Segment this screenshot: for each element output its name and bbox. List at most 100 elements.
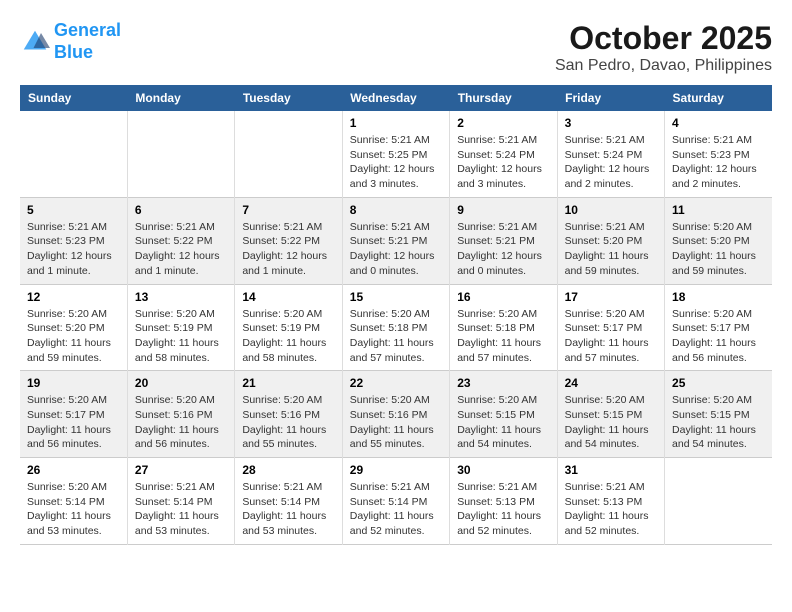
calendar-cell [665, 458, 772, 545]
calendar-cell: 19Sunrise: 5:20 AMSunset: 5:17 PMDayligh… [20, 371, 127, 458]
col-wednesday: Wednesday [342, 85, 449, 111]
calendar-row: 19Sunrise: 5:20 AMSunset: 5:17 PMDayligh… [20, 371, 772, 458]
calendar-cell: 28 Sunrise: 5:21 AMSunset: 5:14 PMDayligh… [235, 458, 342, 545]
day-info: Sunrise: 5:20 AMSunset: 5:16 PMDaylight:… [135, 393, 227, 452]
day-info: Sunrise: 5:21 AMSunset: 5:13 PMDaylight:… [565, 480, 657, 539]
day-info: Sunrise: 5:21 AMSunset: 5:22 PMDaylight:… [242, 220, 334, 279]
logo-line1: General [54, 20, 121, 40]
calendar-cell [235, 111, 342, 197]
calendar-cell: 22 Sunrise: 5:20 AMSunset: 5:16 PMDayligh… [342, 371, 449, 458]
col-tuesday: Tuesday [235, 85, 342, 111]
day-info: Sunrise: 5:20 AMSunset: 5:18 PMDaylight:… [350, 307, 442, 366]
calendar-cell: 27 Sunrise: 5:21 AMSunset: 5:14 PMDayligh… [127, 458, 234, 545]
day-number: 31 [565, 463, 657, 477]
day-number: 27 [135, 463, 227, 477]
calendar-cell: 14 Sunrise: 5:20 AMSunset: 5:19 PMDayligh… [235, 284, 342, 371]
calendar-cell: 20 Sunrise: 5:20 AMSunset: 5:16 PMDayligh… [127, 371, 234, 458]
day-info: Sunrise: 5:20 AMSunset: 5:15 PMDaylight:… [457, 393, 549, 452]
calendar-cell [20, 111, 127, 197]
day-info: Sunrise: 5:21 AMSunset: 5:24 PMDaylight:… [565, 133, 657, 192]
calendar-cell: 2 Sunrise: 5:21 AMSunset: 5:24 PMDaylight… [450, 111, 557, 197]
col-friday: Friday [557, 85, 664, 111]
day-info: Sunrise: 5:21 AMSunset: 5:25 PMDaylight:… [350, 133, 442, 192]
day-number: 9 [457, 203, 549, 217]
day-info: Sunrise: 5:21 AMSunset: 5:14 PMDaylight:… [350, 480, 442, 539]
calendar-row: 1 Sunrise: 5:21 AMSunset: 5:25 PMDaylight… [20, 111, 772, 197]
calendar-cell: 29 Sunrise: 5:21 AMSunset: 5:14 PMDayligh… [342, 458, 449, 545]
day-number: 11 [672, 203, 765, 217]
day-info: Sunrise: 5:20 AMSunset: 5:15 PMDaylight:… [565, 393, 657, 452]
day-number: 6 [135, 203, 227, 217]
calendar-row: 26Sunrise: 5:20 AMSunset: 5:14 PMDayligh… [20, 458, 772, 545]
day-info: Sunrise: 5:21 AMSunset: 5:24 PMDaylight:… [457, 133, 549, 192]
day-number: 20 [135, 376, 227, 390]
logo-line2: Blue [54, 42, 93, 62]
logo: General Blue [20, 20, 121, 63]
calendar-cell: 21Sunrise: 5:20 AMSunset: 5:16 PMDayligh… [235, 371, 342, 458]
day-number: 13 [135, 290, 227, 304]
day-info: Sunrise: 5:20 AMSunset: 5:20 PMDaylight:… [27, 307, 120, 366]
logo-icon [20, 27, 50, 57]
day-info: Sunrise: 5:20 AMSunset: 5:17 PMDaylight:… [672, 307, 765, 366]
calendar-cell: 23Sunrise: 5:20 AMSunset: 5:15 PMDayligh… [450, 371, 557, 458]
day-number: 26 [27, 463, 120, 477]
day-info: Sunrise: 5:21 AMSunset: 5:13 PMDaylight:… [457, 480, 549, 539]
calendar-cell: 17 Sunrise: 5:20 AMSunset: 5:17 PMDayligh… [557, 284, 664, 371]
calendar-header-row: Sunday Monday Tuesday Wednesday Thursday… [20, 85, 772, 111]
day-info: Sunrise: 5:21 AMSunset: 5:20 PMDaylight:… [565, 220, 657, 279]
day-number: 2 [457, 116, 549, 130]
calendar-cell: 30 Sunrise: 5:21 AMSunset: 5:13 PMDayligh… [450, 458, 557, 545]
day-number: 4 [672, 116, 765, 130]
day-number: 7 [242, 203, 334, 217]
day-info: Sunrise: 5:20 AMSunset: 5:19 PMDaylight:… [242, 307, 334, 366]
calendar-row: 12Sunrise: 5:20 AMSunset: 5:20 PMDayligh… [20, 284, 772, 371]
day-number: 3 [565, 116, 657, 130]
day-info: Sunrise: 5:20 AMSunset: 5:15 PMDaylight:… [672, 393, 765, 452]
day-number: 14 [242, 290, 334, 304]
calendar-cell: 24 Sunrise: 5:20 AMSunset: 5:15 PMDayligh… [557, 371, 664, 458]
calendar-cell: 6 Sunrise: 5:21 AMSunset: 5:22 PMDaylight… [127, 197, 234, 284]
day-number: 1 [350, 116, 442, 130]
day-number: 16 [457, 290, 549, 304]
day-info: Sunrise: 5:21 AMSunset: 5:23 PMDaylight:… [27, 220, 120, 279]
title-block: October 2025 San Pedro, Davao, Philippin… [555, 20, 772, 75]
day-info: Sunrise: 5:21 AMSunset: 5:14 PMDaylight:… [135, 480, 227, 539]
col-thursday: Thursday [450, 85, 557, 111]
calendar-cell: 16Sunrise: 5:20 AMSunset: 5:18 PMDayligh… [450, 284, 557, 371]
day-info: Sunrise: 5:21 AMSunset: 5:14 PMDaylight:… [242, 480, 334, 539]
col-saturday: Saturday [665, 85, 772, 111]
calendar-cell [127, 111, 234, 197]
calendar-cell: 10 Sunrise: 5:21 AMSunset: 5:20 PMDayligh… [557, 197, 664, 284]
logo-text: General Blue [54, 20, 121, 63]
day-info: Sunrise: 5:21 AMSunset: 5:23 PMDaylight:… [672, 133, 765, 192]
day-info: Sunrise: 5:20 AMSunset: 5:17 PMDaylight:… [27, 393, 120, 452]
day-info: Sunrise: 5:20 AMSunset: 5:16 PMDaylight:… [350, 393, 442, 452]
day-number: 10 [565, 203, 657, 217]
day-number: 17 [565, 290, 657, 304]
page-header: General Blue October 2025 San Pedro, Dav… [20, 20, 772, 75]
calendar-cell: 8Sunrise: 5:21 AMSunset: 5:21 PMDaylight… [342, 197, 449, 284]
calendar-cell: 7 Sunrise: 5:21 AMSunset: 5:22 PMDaylight… [235, 197, 342, 284]
day-info: Sunrise: 5:21 AMSunset: 5:22 PMDaylight:… [135, 220, 227, 279]
day-number: 29 [350, 463, 442, 477]
day-number: 24 [565, 376, 657, 390]
calendar-cell: 18Sunrise: 5:20 AMSunset: 5:17 PMDayligh… [665, 284, 772, 371]
col-sunday: Sunday [20, 85, 127, 111]
day-number: 25 [672, 376, 765, 390]
day-number: 30 [457, 463, 549, 477]
main-title: October 2025 [555, 20, 772, 57]
day-number: 21 [242, 376, 334, 390]
day-number: 22 [350, 376, 442, 390]
calendar-cell: 15 Sunrise: 5:20 AMSunset: 5:18 PMDayligh… [342, 284, 449, 371]
day-info: Sunrise: 5:20 AMSunset: 5:17 PMDaylight:… [565, 307, 657, 366]
calendar-cell: 25 Sunrise: 5:20 AMSunset: 5:15 PMDayligh… [665, 371, 772, 458]
col-monday: Monday [127, 85, 234, 111]
day-info: Sunrise: 5:21 AMSunset: 5:21 PMDaylight:… [457, 220, 549, 279]
calendar-cell: 13 Sunrise: 5:20 AMSunset: 5:19 PMDayligh… [127, 284, 234, 371]
day-info: Sunrise: 5:20 AMSunset: 5:19 PMDaylight:… [135, 307, 227, 366]
calendar-cell: 11Sunrise: 5:20 AMSunset: 5:20 PMDayligh… [665, 197, 772, 284]
calendar-cell: 3 Sunrise: 5:21 AMSunset: 5:24 PMDaylight… [557, 111, 664, 197]
day-number: 15 [350, 290, 442, 304]
day-number: 28 [242, 463, 334, 477]
calendar-cell: 26Sunrise: 5:20 AMSunset: 5:14 PMDayligh… [20, 458, 127, 545]
